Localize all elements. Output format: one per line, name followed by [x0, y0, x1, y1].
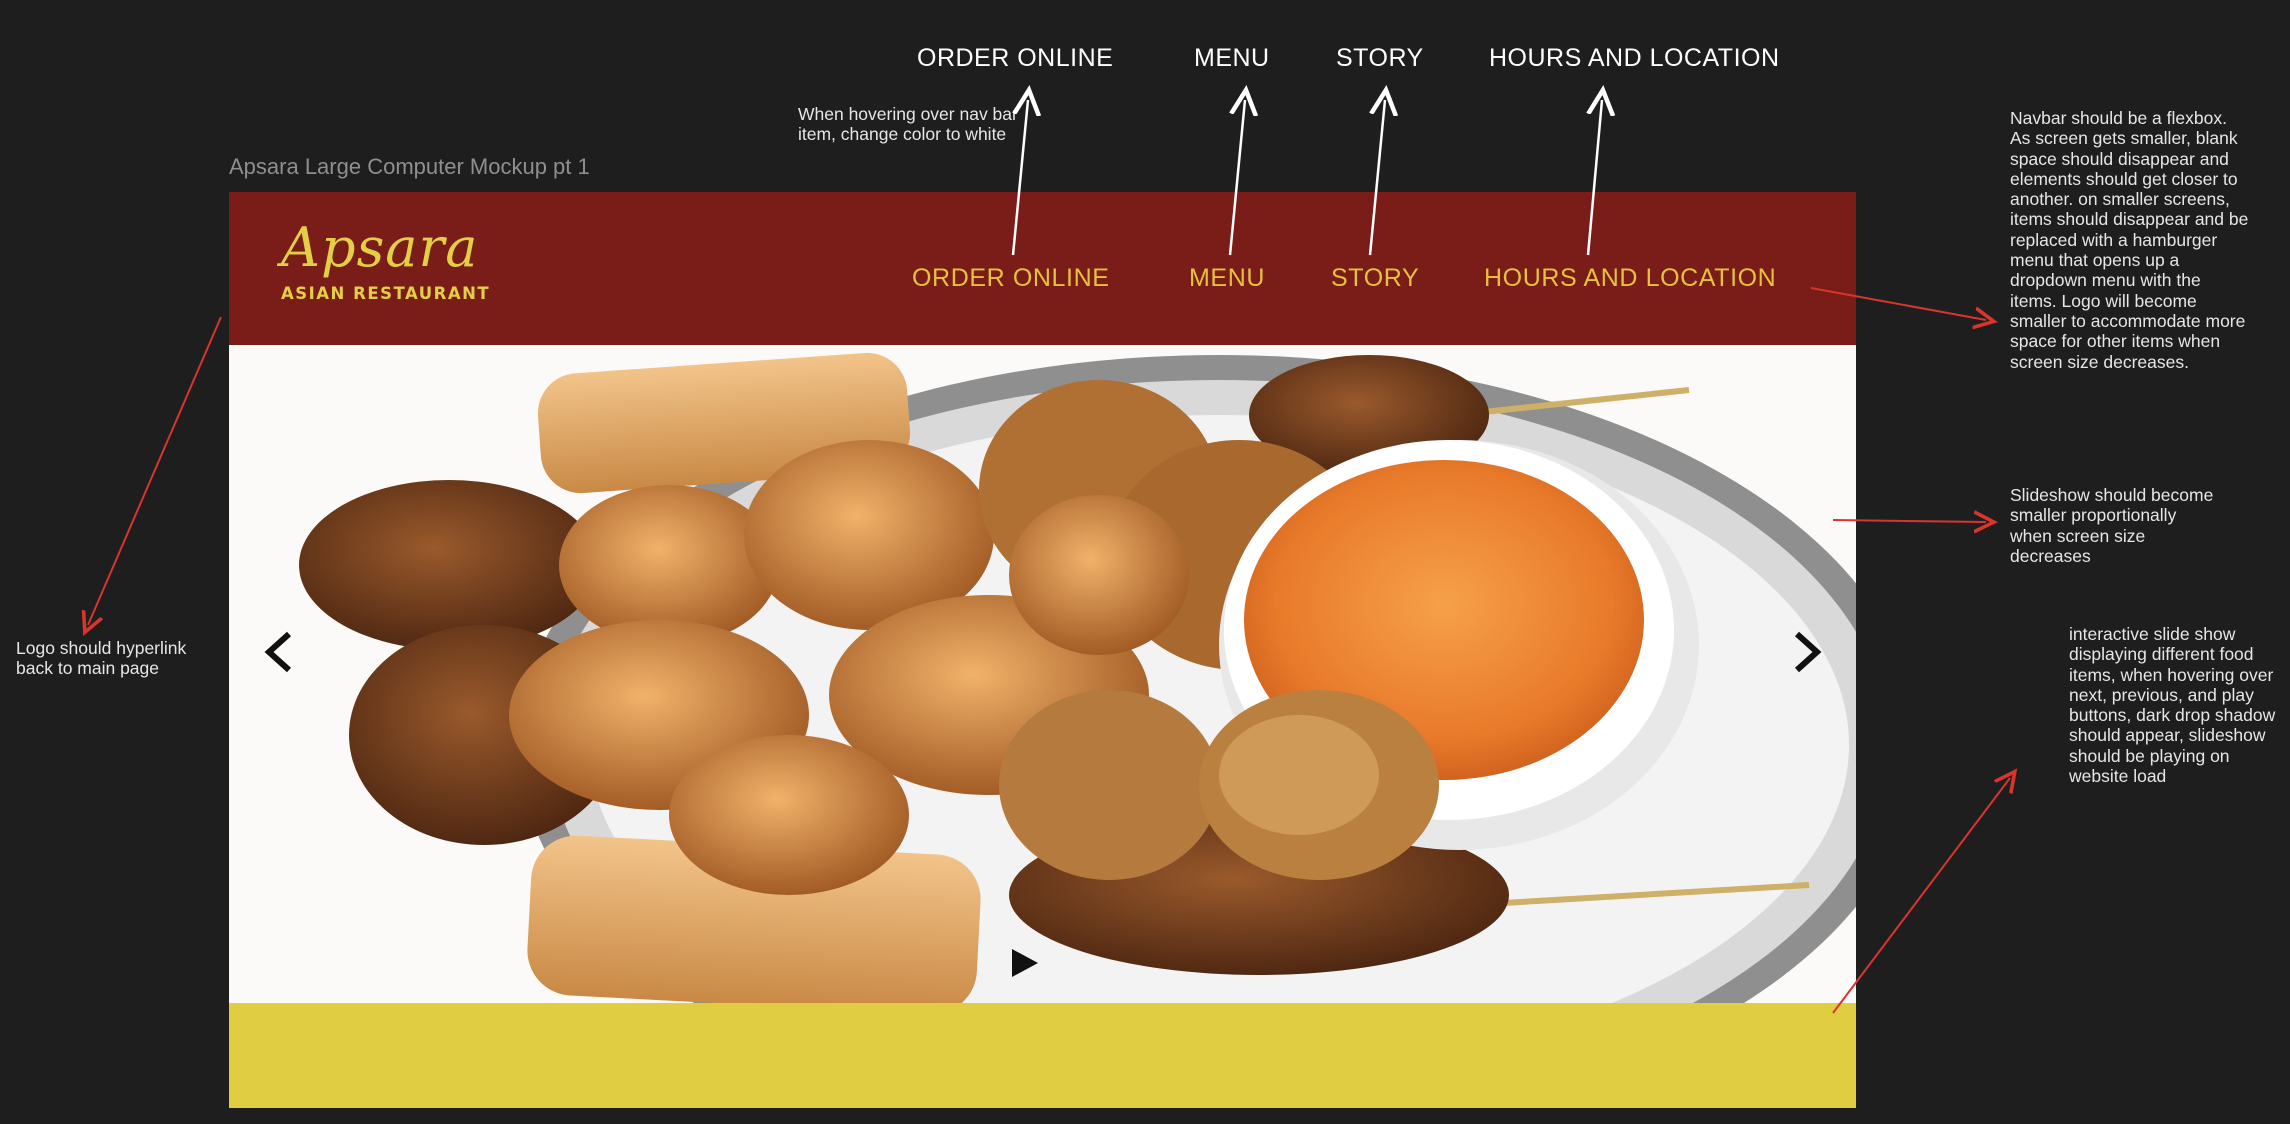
- next-slide-button[interactable]: [1791, 629, 1825, 680]
- frame-title: Apsara Large Computer Mockup pt 1: [229, 154, 590, 179]
- nav-hours-location[interactable]: HOURS AND LOCATION: [1484, 264, 1776, 293]
- navbar-annotation: Navbar should be a flexbox. As screen ge…: [2010, 108, 2249, 372]
- annotation-nav-menu: MENU: [1194, 44, 1270, 72]
- annotation-nav-hours-location: HOURS AND LOCATION: [1489, 44, 1780, 72]
- nav-order-online[interactable]: ORDER ONLINE: [912, 264, 1110, 293]
- nav-menu[interactable]: MENU: [1189, 264, 1265, 293]
- slideshow: [229, 345, 1856, 1003]
- play-slideshow-button[interactable]: [1006, 945, 1042, 986]
- footer-band: [229, 1003, 1856, 1108]
- mockup-frame: Apsara ASIAN RESTAURANT ORDER ONLINE MEN…: [229, 192, 1856, 1108]
- logo-subtitle: ASIAN RESTAURANT: [281, 284, 491, 303]
- play-icon: [1012, 949, 1038, 977]
- interactive-slideshow-annotation: interactive slide show displaying differ…: [2069, 624, 2276, 787]
- chevron-left-icon: [264, 631, 292, 673]
- annotation-nav-story: STORY: [1336, 44, 1424, 72]
- logo-script: Apsara: [281, 216, 479, 279]
- food-platter-image: [229, 345, 1856, 1003]
- prev-slide-button[interactable]: [261, 629, 295, 680]
- logo-annotation: Logo should hyperlink back to main page: [16, 638, 187, 679]
- hover-annotation: When hovering over nav bar item, change …: [798, 104, 1018, 145]
- slideshow-annotation: Slideshow should become smaller proporti…: [2010, 485, 2214, 566]
- nav-story[interactable]: STORY: [1331, 264, 1419, 293]
- navbar: Apsara ASIAN RESTAURANT ORDER ONLINE MEN…: [229, 192, 1856, 345]
- logo-link[interactable]: Apsara ASIAN RESTAURANT: [281, 216, 490, 303]
- annotation-nav-order-online: ORDER ONLINE: [917, 44, 1114, 72]
- chevron-right-icon: [1794, 631, 1822, 673]
